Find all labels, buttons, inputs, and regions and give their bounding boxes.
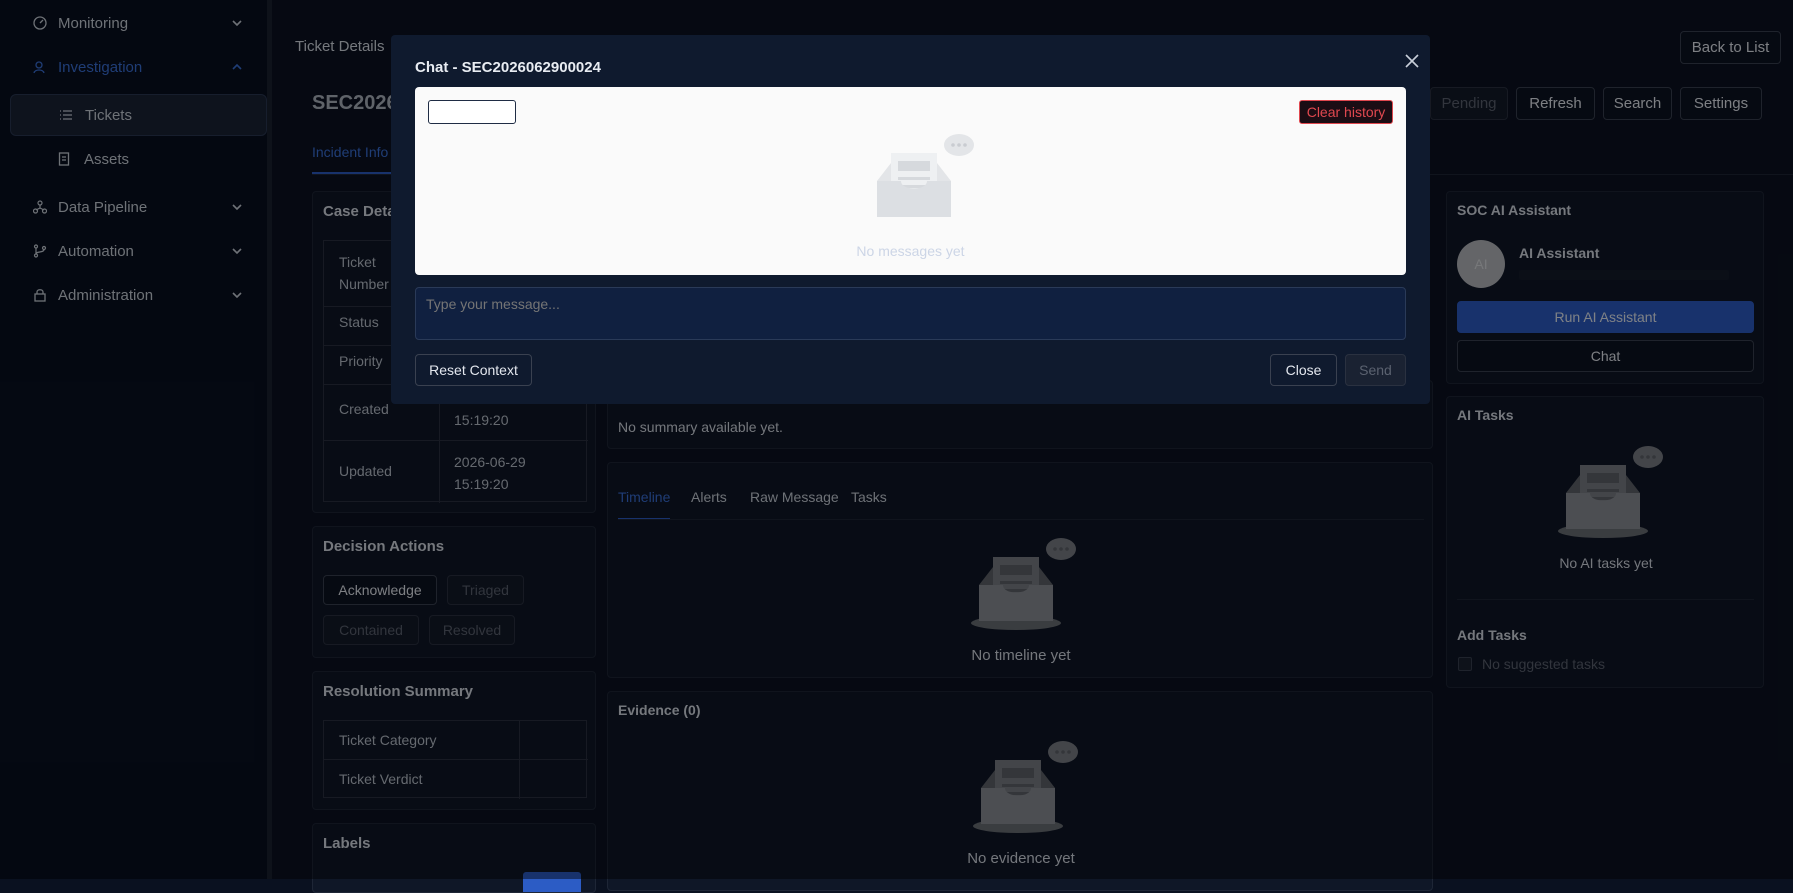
modal-title: Chat - SEC2026062900024: [415, 59, 601, 76]
send-button[interactable]: Send: [1345, 354, 1406, 386]
close-button[interactable]: Close: [1270, 354, 1337, 386]
chat-messages-area: Clear history No messages yet: [415, 87, 1406, 275]
no-messages-text: No messages yet: [856, 243, 965, 259]
clear-history-button[interactable]: Clear history: [1299, 100, 1393, 124]
empty-inbox-icon: [869, 131, 975, 232]
model-selector[interactable]: [428, 100, 516, 124]
chat-modal: Chat - SEC2026062900024 Clear history No…: [391, 35, 1430, 404]
close-icon[interactable]: [1403, 52, 1421, 70]
reset-context-button[interactable]: Reset Context: [415, 354, 532, 386]
message-input[interactable]: [415, 287, 1406, 340]
